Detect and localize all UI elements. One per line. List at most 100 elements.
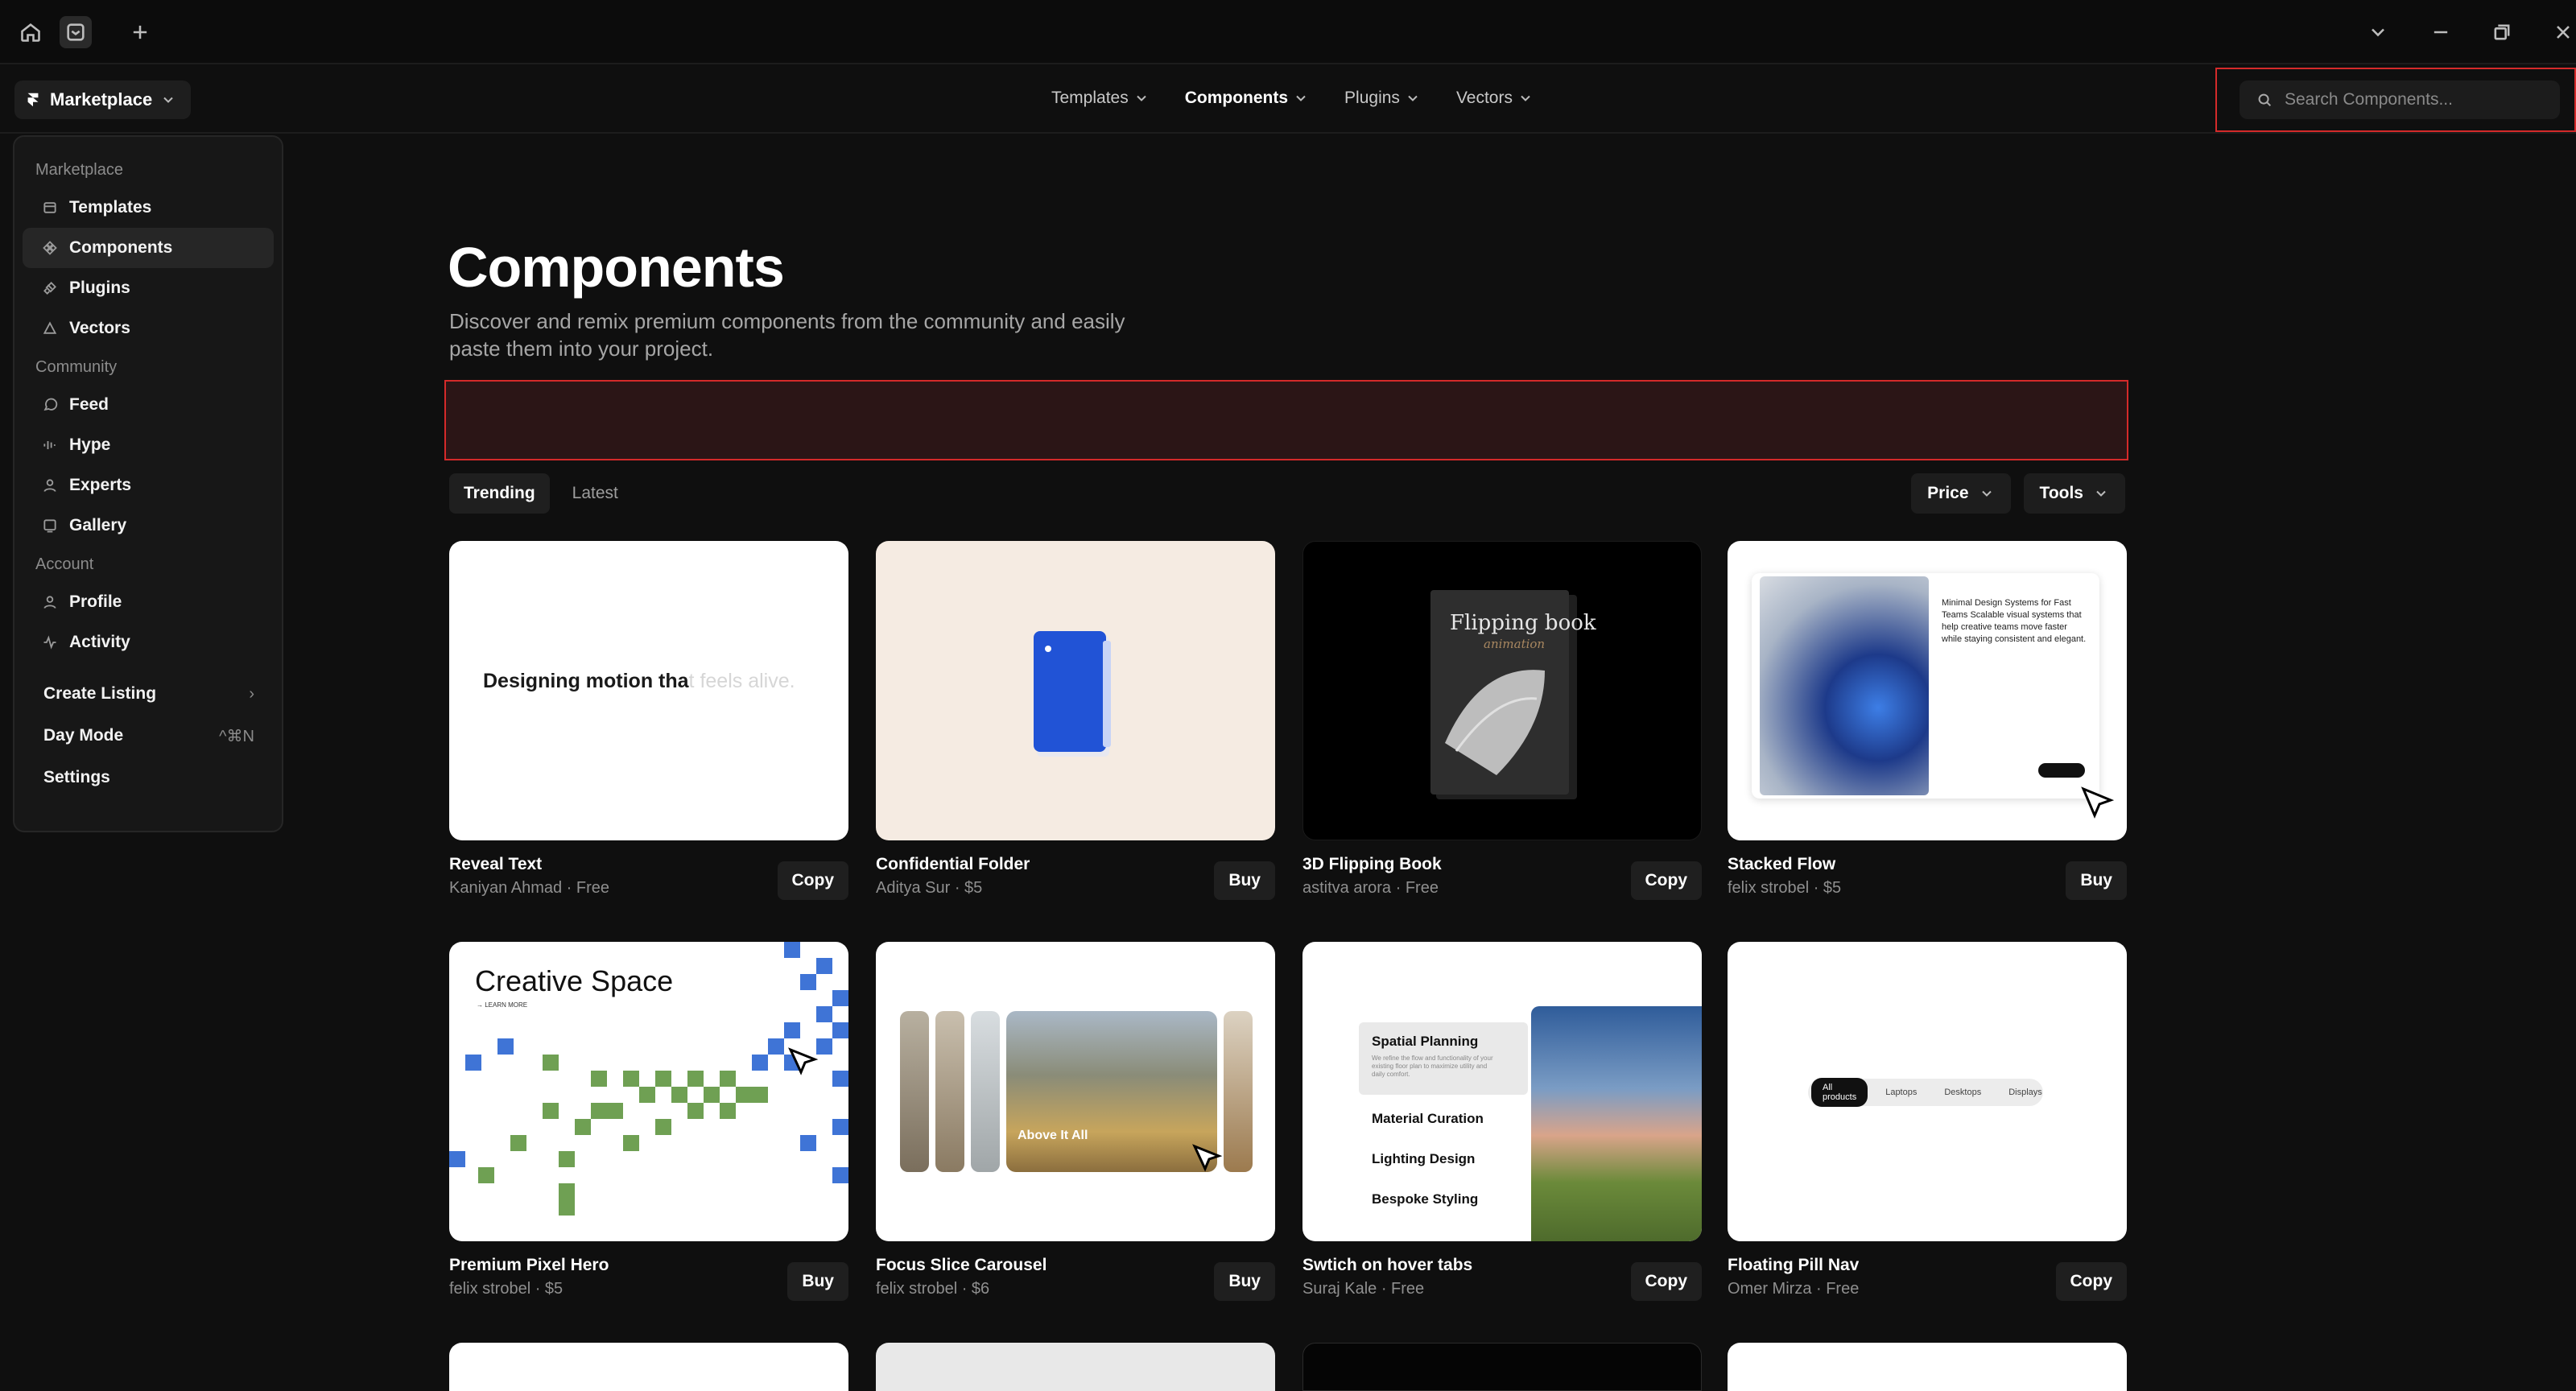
menu-item-label: Vectors <box>69 319 130 337</box>
page-title: Components <box>448 236 785 299</box>
feed-icon <box>43 398 58 411</box>
component-card[interactable]: Designing motion that feels alive. Revea… <box>449 541 848 913</box>
nav-components[interactable]: Components <box>1185 89 1309 108</box>
card-thumbnail[interactable]: Above It All <box>876 942 1275 1241</box>
card-thumbnail[interactable] <box>1728 1343 2127 1391</box>
home-icon[interactable] <box>14 16 47 48</box>
chevron-down-icon <box>1408 95 1418 101</box>
menu-item-hype[interactable]: Hype <box>23 425 274 465</box>
menu-item-settings[interactable]: Settings <box>23 757 274 798</box>
card-thumbnail[interactable]: Flipping book animation <box>1302 541 1702 840</box>
buy-button[interactable]: Buy <box>2066 861 2127 900</box>
marketplace-label: Marketplace <box>50 89 153 109</box>
menu-item-label: Plugins <box>69 279 130 297</box>
component-card[interactable]: Flipping book animation 3D Flipping Book… <box>1302 541 1702 913</box>
card-author: felix strobel · $6 <box>876 1280 990 1298</box>
menu-item-components[interactable]: Components <box>23 228 274 268</box>
experts-icon <box>43 479 56 492</box>
chevron-down-icon[interactable] <box>2362 16 2394 48</box>
card-thumbnail[interactable]: Spatial Planning We refine the flow and … <box>1302 942 1702 1241</box>
component-card[interactable]: Spatial Planning We refine the flow and … <box>1302 942 1702 1314</box>
tab-latest[interactable]: Latest <box>558 473 633 514</box>
cursor-icon <box>788 1047 819 1075</box>
menu-item-label: Gallery <box>69 516 127 535</box>
shortcut-hint: ^⌘N <box>219 727 254 745</box>
menu-item-label: Templates <box>69 198 152 217</box>
pill-nav-preview: All products Laptops Desktops Displays <box>1808 1078 2043 1107</box>
copy-button[interactable]: Copy <box>777 861 848 900</box>
card-thumbnail[interactable] <box>1302 1343 1702 1391</box>
tab-label: Bespoke Styling <box>1372 1191 1479 1207</box>
menu-item-profile[interactable]: Profile <box>23 582 274 622</box>
inbox-icon[interactable] <box>60 16 92 48</box>
restore-icon[interactable] <box>2486 16 2518 48</box>
menu-item-label: Settings <box>43 768 110 786</box>
menu-item-day-mode[interactable]: Day Mode ^⌘N <box>23 716 274 756</box>
book-title: Flipping book <box>1450 611 1596 635</box>
tools-filter-button[interactable]: Tools <box>2023 473 2125 514</box>
card-thumbnail[interactable] <box>449 1343 848 1391</box>
card-thumbnail[interactable]: Minimal Design Systems for Fast Teams Sc… <box>1728 541 2127 840</box>
templates-icon <box>43 202 56 213</box>
menu-item-activity[interactable]: Activity <box>23 622 274 662</box>
search-input[interactable]: Search Components... <box>2240 80 2560 119</box>
pill-item: Desktops <box>1944 1088 1982 1097</box>
buy-button[interactable]: Buy <box>1214 1262 1275 1301</box>
menu-item-label: Day Mode <box>43 726 124 745</box>
card-author: Kaniyan Ahmad · Free <box>449 879 609 897</box>
copy-button[interactable]: Copy <box>1630 861 1702 900</box>
marketplace-menu-button[interactable]: Marketplace <box>14 80 192 119</box>
copy-button[interactable]: Copy <box>2055 1262 2127 1301</box>
buy-button[interactable]: Buy <box>787 1262 848 1301</box>
price-filter-label: Price <box>1927 484 1969 502</box>
component-card[interactable]: Creative Space → LEARN MORE Premium Pixe… <box>449 942 848 1314</box>
vectors-icon <box>43 321 57 334</box>
book-illustration <box>1430 590 1577 799</box>
menu-item-templates[interactable]: Templates <box>23 188 274 228</box>
card-title: Swtich on hover tabs <box>1302 1256 1473 1274</box>
section-account: Account <box>35 555 94 573</box>
card-author: Suraj Kale · Free <box>1302 1280 1425 1298</box>
book-subtitle: animation <box>1484 637 1546 651</box>
minimize-icon[interactable] <box>2425 16 2457 48</box>
sort-tabs: Trending Latest <box>449 473 633 514</box>
component-card[interactable]: All products Laptops Desktops Displays F… <box>1728 942 2127 1314</box>
top-navigation: Marketplace Templates Components Plugins… <box>0 66 2576 134</box>
tab-label: Lighting Design <box>1372 1151 1476 1166</box>
price-filter-button[interactable]: Price <box>1911 473 2011 514</box>
card-thumbnail[interactable]: Designing motion that feels alive. <box>449 541 848 840</box>
stacked-card-preview: Minimal Design Systems for Fast Teams Sc… <box>1752 573 2099 799</box>
card-thumbnail[interactable]: All products Laptops Desktops Displays <box>1728 942 2127 1241</box>
card-title: Floating Pill Nav <box>1728 1256 1860 1274</box>
tab-trending[interactable]: Trending <box>449 473 550 514</box>
menu-item-create-listing[interactable]: Create Listing › <box>23 674 274 714</box>
menu-item-gallery[interactable]: Gallery <box>23 506 274 546</box>
nav-templates[interactable]: Templates <box>1051 89 1150 108</box>
nav-plugins[interactable]: Plugins <box>1344 89 1421 108</box>
menu-item-experts[interactable]: Experts <box>23 465 274 506</box>
card-title: Stacked Flow <box>1728 855 1836 873</box>
menu-item-label: Experts <box>69 476 132 494</box>
hype-icon <box>43 441 56 449</box>
card-thumbnail[interactable]: Creative Space → LEARN MORE <box>449 942 848 1241</box>
pill-item: Laptops <box>1885 1088 1918 1097</box>
card-thumbnail[interactable] <box>876 1343 1275 1391</box>
component-card[interactable]: Minimal Design Systems for Fast Teams Sc… <box>1728 541 2127 913</box>
menu-item-feed[interactable]: Feed <box>23 385 274 425</box>
new-tab-icon[interactable] <box>124 16 156 48</box>
menu-item-vectors[interactable]: Vectors <box>23 308 274 349</box>
menu-item-plugins[interactable]: Plugins <box>23 268 274 308</box>
component-card[interactable]: Above It All Focus Slice Carousel felix s… <box>876 942 1275 1314</box>
nav-vectors[interactable]: Vectors <box>1456 89 1534 108</box>
close-icon[interactable] <box>2547 16 2576 48</box>
card-thumbnail[interactable] <box>876 541 1275 840</box>
menu-item-label: Hype <box>69 435 111 454</box>
marketplace-dropdown: Marketplace Templates Components Plugins… <box>13 135 283 832</box>
component-card[interactable]: Confidential Folder Aditya Sur · $5 Buy <box>876 541 1275 913</box>
search-icon <box>2258 93 2272 107</box>
card-title: Premium Pixel Hero <box>449 1256 609 1274</box>
buy-button[interactable]: Buy <box>1214 861 1275 900</box>
copy-button[interactable]: Copy <box>1630 1262 1702 1301</box>
gallery-icon <box>43 519 56 533</box>
card-title: Reveal Text <box>449 855 543 873</box>
